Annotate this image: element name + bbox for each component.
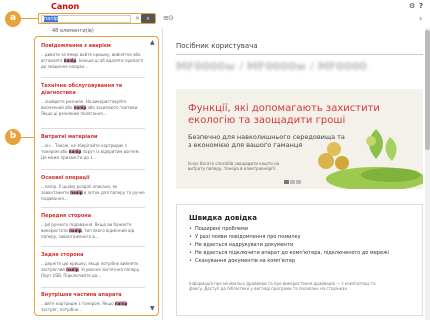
callout-a-leader [21, 18, 38, 19]
quick-footer: Інформація про мінімальні драйвери та пр… [189, 281, 376, 291]
result-item[interactable]: Витратні матеріали ...он... Також, не зб… [41, 134, 145, 161]
top-bar: Canon ⚙ ? папір × ⌕ ≡ ⊙ › [0, 0, 430, 28]
eco-illustration [318, 129, 423, 189]
quick-reference: Швидка довідка Поширені проблеми У разі … [176, 204, 423, 316]
quick-link[interactable]: Не вдається підключити апарат до комп'ют… [189, 249, 389, 257]
keyword-highlight: папір [68, 149, 82, 154]
page-title: Посібник користувача [176, 42, 258, 50]
result-item[interactable]: Технічне обслуговування та діагностика .… [41, 83, 145, 117]
result-title[interactable]: Повідомлення з аварієм [41, 43, 145, 50]
search-results-panel: ▲ Повідомлення з аварієм ...дивати за ям… [34, 36, 159, 316]
callout-b: b [5, 129, 21, 145]
quick-link[interactable]: У разі появи повідомлення про помилку [189, 233, 389, 241]
result-snippet: ...знайдете ризниях. На використовуйте в… [41, 99, 139, 116]
result-snippet: ...вйте картридж з тонером. Якщо папір з… [41, 301, 128, 312]
result-count: 48 елементи(ів) [52, 28, 94, 34]
quick-list: Поширені проблеми У разі появи повідомле… [189, 225, 389, 265]
result-title[interactable]: Основні операції [41, 175, 145, 182]
scroll-up-icon[interactable]: ▲ [150, 39, 155, 46]
divider [41, 128, 145, 129]
result-item[interactable]: Основні операції ...папір. У цьому розді… [41, 175, 145, 202]
result-snippet: ...дивати за ямкрі вайте кришку, вийнятн… [41, 52, 144, 69]
callout-b-leader [21, 137, 34, 138]
result-title[interactable]: Внутрішня частина апарата [41, 292, 145, 299]
carousel-dots[interactable] [284, 180, 302, 186]
result-title[interactable]: Задня сторона [41, 252, 145, 259]
keyword-highlight: папір [69, 228, 82, 233]
quick-link[interactable]: Поширені проблеми [189, 225, 389, 233]
divider [41, 169, 145, 170]
divider [41, 77, 145, 78]
result-item[interactable]: Передня сторона ...рй ручного подавання.… [41, 213, 145, 240]
divider [41, 207, 145, 208]
carousel-dot[interactable] [296, 180, 301, 184]
keyword-highlight: папір [73, 105, 87, 110]
carousel-dot[interactable] [284, 180, 289, 184]
result-snippet: ...он... Також, не зберігайте картриджі … [41, 143, 140, 160]
keyword-highlight: папір [66, 267, 79, 272]
quick-link[interactable]: Сканування документів на комп'ютер [189, 257, 389, 265]
pane-divider [162, 28, 163, 320]
search-box: папір × ⌕ [38, 13, 156, 24]
model-name: MF0000w / MF0000w / MF0000 [176, 60, 367, 73]
brand-logo: Canon [51, 2, 80, 11]
callout-a: a [5, 11, 21, 27]
help-icon[interactable]: ? [419, 2, 423, 10]
scrollbar-thumb[interactable] [425, 30, 430, 150]
result-snippet: ...дерніте цю кришку, якщо потрібно вийн… [41, 261, 141, 278]
gear-icon[interactable]: ⚙ [409, 2, 415, 10]
divider [41, 246, 145, 247]
quick-link[interactable]: Не вдається надрукувати документи [189, 241, 389, 249]
result-item[interactable]: Внутрішня частина апарата ...вйте картри… [41, 292, 145, 313]
result-item[interactable]: Задня сторона ...дерніте цю кришку, якщо… [41, 252, 145, 279]
result-item[interactable]: Повідомлення з аварієм ...дивати за ямкр… [41, 43, 145, 70]
search-button[interactable]: ⌕ [141, 14, 155, 23]
feature-banner[interactable]: Функції, які допомагають захистити еколо… [176, 89, 423, 189]
scroll-down-icon[interactable]: ▼ [150, 305, 155, 312]
result-title[interactable]: Витратні матеріали [41, 134, 145, 141]
keyword-highlight: папір [70, 190, 83, 195]
result-title[interactable]: Технічне обслуговування та діагностика [41, 83, 145, 97]
divider [41, 287, 145, 288]
next-page-icon[interactable]: › [419, 14, 422, 23]
toc-toggle-icon[interactable]: ⊙ [168, 14, 174, 22]
title-rule [176, 54, 423, 55]
keyword-highlight: папір [63, 58, 77, 63]
keyword-highlight: папір [114, 301, 128, 306]
clear-icon[interactable]: × [135, 15, 140, 22]
result-snippet: ...рй ручного подавання. Якщо ви бажаєте… [41, 222, 135, 239]
search-input[interactable]: папір [41, 15, 131, 23]
quick-title: Швидка довідка [189, 214, 257, 222]
result-snippet: ...папір. У цьому розділі описано, як за… [41, 184, 145, 201]
carousel-dot[interactable] [290, 180, 295, 184]
search-query: папір [44, 16, 59, 22]
result-title[interactable]: Передня сторона [41, 213, 145, 220]
